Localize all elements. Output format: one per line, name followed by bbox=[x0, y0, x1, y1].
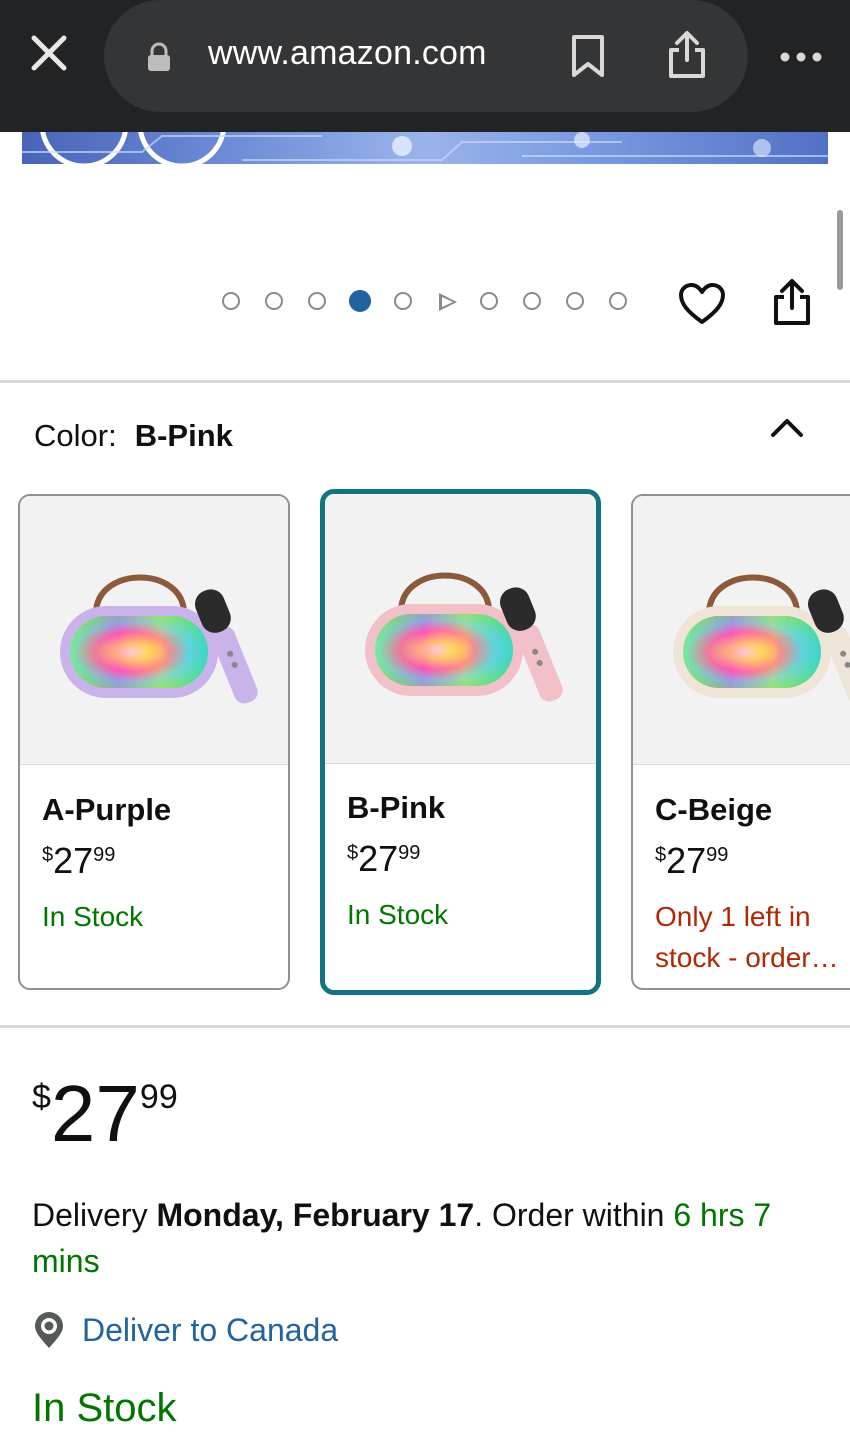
carousel-dot[interactable] bbox=[480, 292, 498, 310]
availability-status: In Stock bbox=[32, 1386, 177, 1430]
share-icon[interactable] bbox=[666, 30, 708, 80]
color-option-card[interactable]: A-Purple $2799 In Stock bbox=[18, 494, 290, 990]
carousel-dot[interactable] bbox=[394, 292, 412, 310]
stock-status: In Stock bbox=[347, 899, 449, 930]
price-fraction: 99 bbox=[93, 844, 116, 866]
color-option-card-selected[interactable]: B-Pink $2799 In Stock bbox=[320, 489, 601, 995]
image-carousel-indicators[interactable] bbox=[222, 290, 632, 314]
price-whole: 27 bbox=[53, 840, 94, 881]
price-whole: 27 bbox=[666, 840, 707, 881]
price-fraction: 99 bbox=[398, 842, 421, 864]
location-pin-icon[interactable] bbox=[32, 1312, 66, 1350]
price-fraction: 99 bbox=[706, 844, 729, 866]
color-option-name: A-Purple bbox=[42, 792, 172, 827]
chevron-up-icon[interactable] bbox=[770, 416, 804, 438]
carousel-dot[interactable] bbox=[222, 292, 240, 310]
bookmark-icon[interactable] bbox=[568, 34, 608, 78]
section-divider bbox=[0, 1025, 850, 1028]
color-option-image bbox=[325, 494, 596, 764]
currency-symbol: $ bbox=[655, 844, 667, 866]
currency-symbol: $ bbox=[42, 844, 54, 866]
color-option-image bbox=[633, 496, 850, 765]
share-icon[interactable] bbox=[772, 278, 812, 326]
price-fraction: 99 bbox=[139, 1078, 178, 1116]
lock-icon bbox=[148, 42, 170, 71]
heart-icon[interactable] bbox=[678, 282, 726, 326]
color-option-card[interactable]: C-Beige $2799 Only 1 left in stock - ord… bbox=[631, 494, 850, 990]
product-image-art bbox=[22, 132, 828, 164]
currency-symbol: $ bbox=[347, 842, 359, 864]
speaker-product-image bbox=[60, 574, 258, 704]
carousel-dot[interactable] bbox=[308, 292, 326, 310]
price-whole: 27 bbox=[358, 838, 399, 879]
carousel-dot-active[interactable] bbox=[349, 290, 371, 312]
color-option-name: C-Beige bbox=[655, 792, 773, 827]
color-label-text: Color: bbox=[34, 418, 117, 453]
product-price: $2799 bbox=[32, 1074, 178, 1154]
color-option-name: B-Pink bbox=[347, 790, 446, 825]
color-option-price: $2799 bbox=[42, 840, 115, 882]
delivery-prefix: Delivery bbox=[32, 1197, 157, 1233]
carousel-dot[interactable] bbox=[265, 292, 283, 310]
speaker-product-image bbox=[673, 574, 850, 704]
color-option-image bbox=[20, 496, 288, 765]
close-icon[interactable] bbox=[26, 30, 72, 76]
color-option-price: $2799 bbox=[655, 840, 728, 882]
more-options-icon[interactable] bbox=[780, 52, 822, 62]
scrollbar[interactable] bbox=[837, 210, 843, 290]
stock-status: In Stock bbox=[42, 901, 144, 932]
price-whole: 27 bbox=[50, 1069, 140, 1158]
deliver-to-link[interactable]: Deliver to Canada bbox=[82, 1312, 338, 1349]
color-option-price: $2799 bbox=[347, 838, 420, 880]
speaker-product-image bbox=[365, 572, 563, 702]
delivery-message: Delivery Monday, February 17. Order with… bbox=[32, 1192, 822, 1284]
color-selector-label: Color: B-Pink bbox=[34, 418, 233, 454]
url-text[interactable]: www.amazon.com bbox=[208, 34, 487, 73]
product-image[interactable] bbox=[22, 132, 828, 164]
video-indicator-icon[interactable] bbox=[439, 293, 457, 311]
carousel-dot[interactable] bbox=[566, 292, 584, 310]
carousel-dot[interactable] bbox=[609, 292, 627, 310]
carousel-dot[interactable] bbox=[523, 292, 541, 310]
browser-toolbar: www.amazon.com bbox=[0, 0, 850, 132]
delivery-date: Monday, February 17 bbox=[156, 1197, 475, 1233]
stock-status: Only 1 left in stock - order… bbox=[655, 901, 839, 973]
section-divider bbox=[0, 380, 850, 383]
delivery-middle: . Order within bbox=[474, 1197, 674, 1233]
price-currency: $ bbox=[32, 1078, 51, 1116]
selected-color: B-Pink bbox=[134, 418, 233, 453]
